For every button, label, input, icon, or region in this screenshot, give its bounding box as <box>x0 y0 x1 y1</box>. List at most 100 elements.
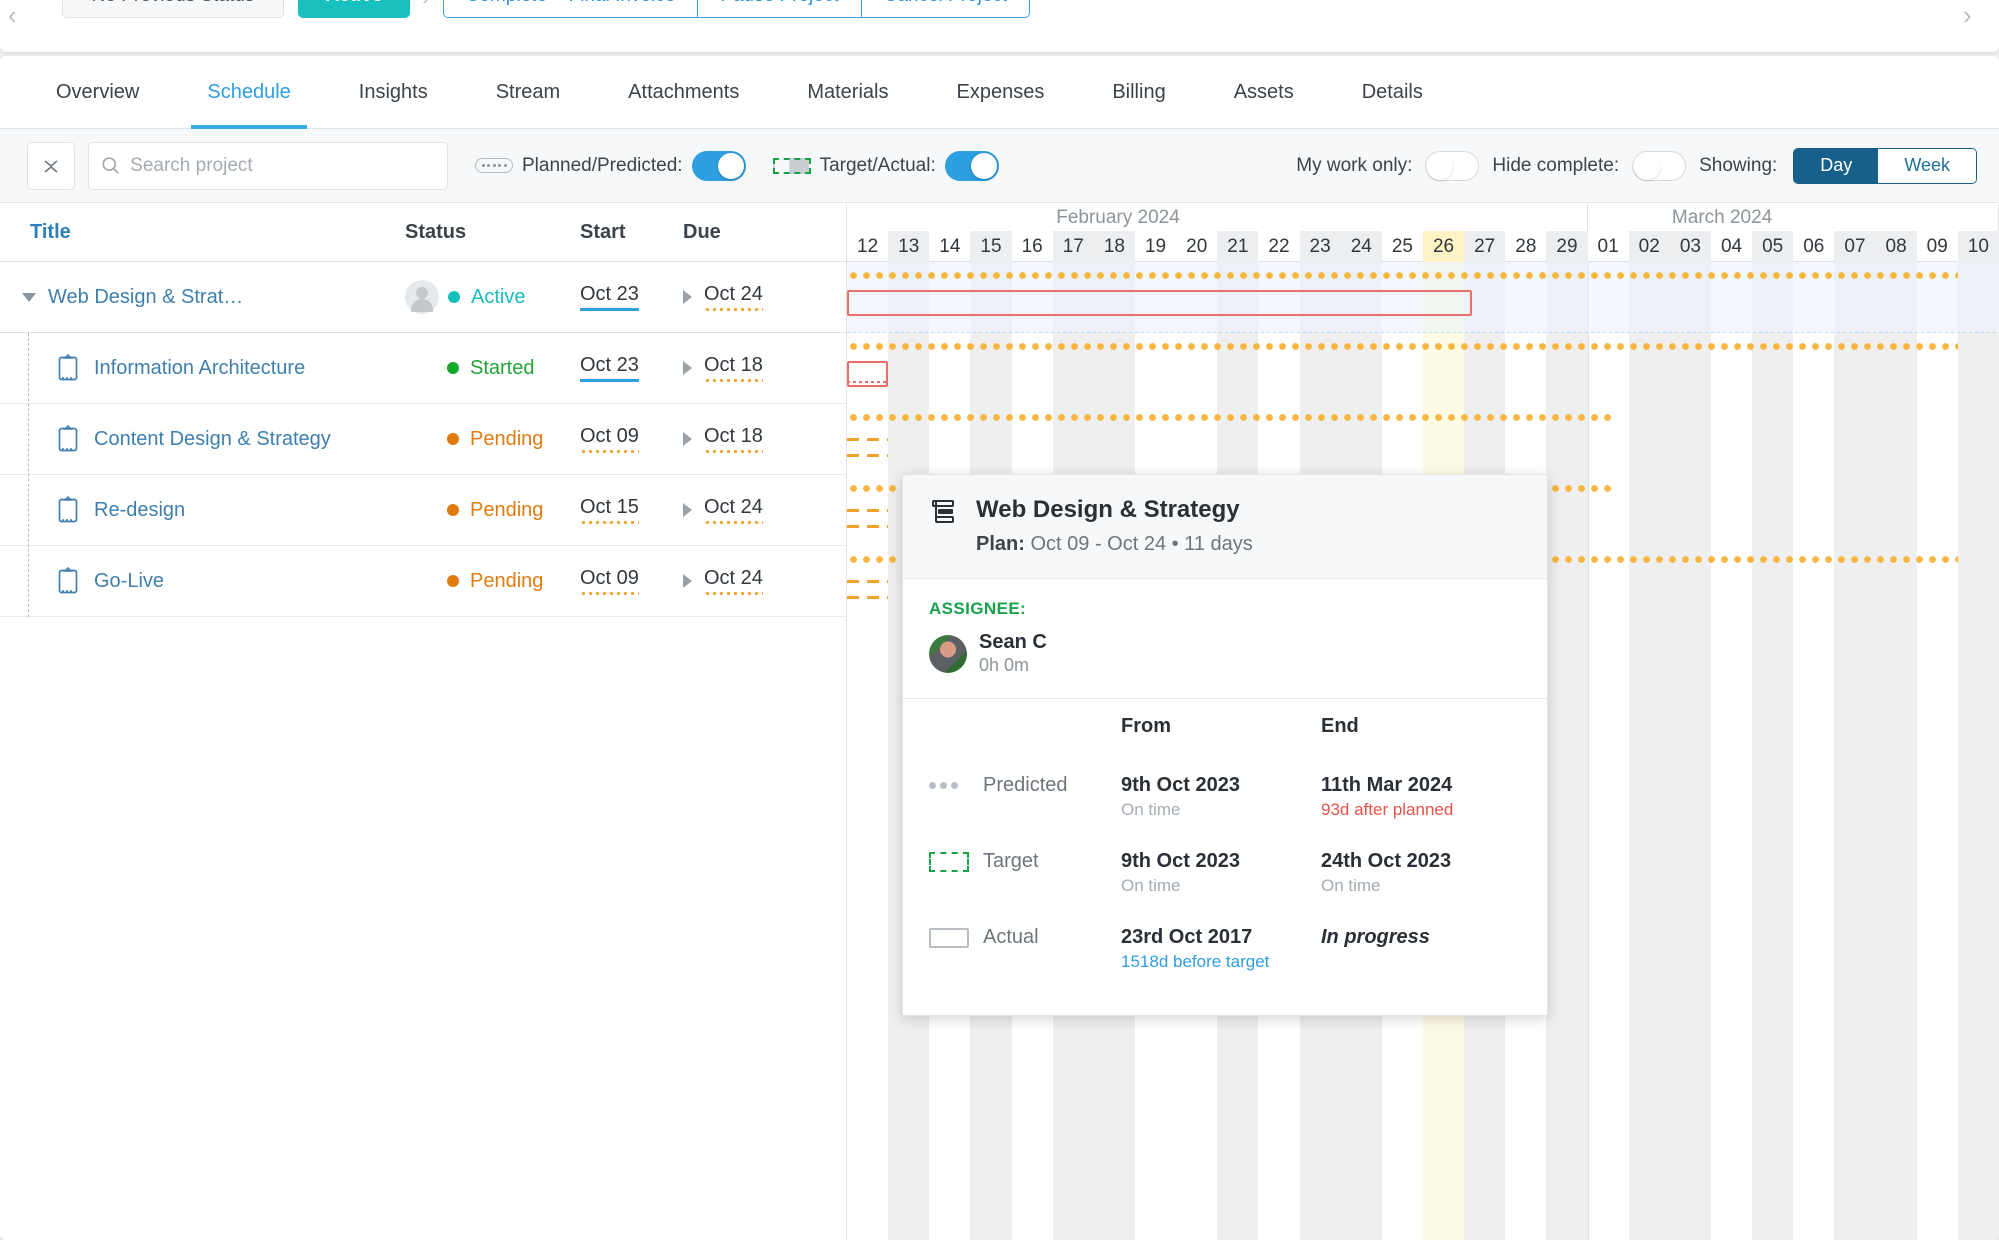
gantt-bar-actual[interactable] <box>847 290 1473 316</box>
due-date[interactable]: Oct 24 <box>704 496 763 524</box>
task-title[interactable]: Web Design & Strat… <box>48 286 243 309</box>
task-table-header: Title Status Start Due <box>0 204 846 262</box>
gantt-bar-planned[interactable] <box>847 509 889 512</box>
tab-stream[interactable]: Stream <box>462 56 594 129</box>
search-input[interactable] <box>130 154 435 177</box>
due-date[interactable]: Oct 18 <box>704 425 763 453</box>
hide-complete-switch[interactable] <box>1632 150 1687 181</box>
no-previous-status-button[interactable]: No Previous Status <box>62 0 284 18</box>
task-title[interactable]: Re-design <box>94 499 185 522</box>
tab-assets[interactable]: Assets <box>1200 56 1328 129</box>
tab-schedule[interactable]: Schedule <box>173 56 324 129</box>
gantt-bar-actual[interactable] <box>847 361 889 387</box>
dots-icon <box>929 782 969 789</box>
tooltip-end-value: 24th Oct 2023 <box>1321 850 1452 872</box>
showing-option-week[interactable]: Week <box>1878 148 1976 183</box>
task-due-cell[interactable]: Oct 18 <box>683 354 793 382</box>
table-row[interactable]: Web Design & Strat… Active Oct 23 Oct 24 <box>0 262 846 333</box>
showing-option-day[interactable]: Day <box>1794 148 1879 183</box>
task-title[interactable]: Content Design & Strategy <box>94 428 331 451</box>
due-date[interactable]: Oct 24 <box>704 567 763 595</box>
tooltip-from-value: 23rd Oct 2017 <box>1121 926 1253 948</box>
tab-billing[interactable]: Billing <box>1078 56 1199 129</box>
pause-project-button[interactable]: Pause Project <box>697 0 861 18</box>
column-header-title[interactable]: Title <box>0 221 405 244</box>
task-title-cell[interactable]: Web Design & Strat… <box>0 286 405 309</box>
task-title-cell[interactable]: Go-Live <box>0 567 405 595</box>
gantt-row[interactable] <box>847 333 1999 404</box>
task-title-cell[interactable]: Re-design <box>0 496 405 524</box>
planned-predicted-switch[interactable] <box>691 150 746 181</box>
my-work-only-switch[interactable] <box>1425 150 1480 181</box>
gantt-bar-planned[interactable] <box>847 596 889 599</box>
gantt-bar-predicted[interactable] <box>847 343 1958 350</box>
start-date[interactable]: Oct 09 <box>580 567 639 595</box>
start-date[interactable]: Oct 09 <box>580 425 639 453</box>
table-row[interactable]: Go-Live Pending Oct 09 Oct 24 <box>0 546 846 617</box>
project-status-strip: ‹ No Previous Status Active › Complete +… <box>0 0 1999 52</box>
table-row[interactable]: Content Design & Strategy Pending Oct 09… <box>0 404 846 475</box>
status-separator-icon: › <box>422 0 431 18</box>
start-date[interactable]: Oct 23 <box>580 283 639 311</box>
tab-details[interactable]: Details <box>1328 56 1457 129</box>
gantt-day-label: 15 <box>970 231 1012 262</box>
search-input-wrapper[interactable] <box>88 141 448 190</box>
task-title-cell[interactable]: Content Design & Strategy <box>0 425 405 453</box>
status-dot-icon <box>447 362 459 374</box>
task-due-cell[interactable]: Oct 24 <box>683 567 793 595</box>
tab-overview[interactable]: Overview <box>22 56 173 129</box>
task-due-cell[interactable]: Oct 18 <box>683 425 793 453</box>
column-header-status[interactable]: Status <box>405 221 580 244</box>
status-label: Started <box>470 356 535 379</box>
date-arrow-icon <box>683 574 692 588</box>
gantt-bar-planned[interactable] <box>847 580 889 583</box>
gantt-bar-planned[interactable] <box>847 525 889 528</box>
avatar[interactable] <box>405 280 439 314</box>
date-arrow-icon <box>683 290 692 304</box>
gantt-bar-target[interactable] <box>847 381 889 383</box>
start-date[interactable]: Oct 15 <box>580 496 639 524</box>
start-date[interactable]: Oct 23 <box>580 354 639 382</box>
task-status-cell: Pending <box>405 499 580 522</box>
task-due-cell[interactable]: Oct 24 <box>683 496 793 524</box>
schedule-toolbar: Planned/Predicted: Target/Actual: My wor… <box>0 129 1999 203</box>
tab-attachments[interactable]: Attachments <box>594 56 773 129</box>
task-due-cell[interactable]: Oct 24 <box>683 283 793 311</box>
task-start-cell[interactable]: Oct 09 <box>580 425 683 453</box>
collapse-all-button[interactable] <box>27 141 75 190</box>
complete-final-invoice-button[interactable]: Complete + Final Invoice <box>442 0 698 18</box>
task-title-cell[interactable]: Information Architecture <box>0 354 405 382</box>
gantt-row[interactable] <box>847 262 1999 333</box>
task-clipboard-icon <box>56 425 80 453</box>
due-date[interactable]: Oct 18 <box>704 354 763 382</box>
task-start-cell[interactable]: Oct 23 <box>580 354 683 382</box>
gantt-day-label: 07 <box>1834 231 1876 262</box>
task-start-cell[interactable]: Oct 15 <box>580 496 683 524</box>
table-row[interactable]: Information Architecture Started Oct 23 … <box>0 333 846 404</box>
cancel-project-button[interactable]: Cancel Project <box>860 0 1031 18</box>
task-start-cell[interactable]: Oct 09 <box>580 567 683 595</box>
gantt-day-label: 26 <box>1422 231 1465 262</box>
task-title[interactable]: Go-Live <box>94 570 164 593</box>
assignee-row: Sean C 0h 0m <box>929 631 1521 676</box>
gantt-bar-planned[interactable] <box>847 438 889 441</box>
tab-insights[interactable]: Insights <box>325 56 462 129</box>
column-header-start[interactable]: Start <box>580 221 683 244</box>
target-actual-switch[interactable] <box>944 150 999 181</box>
tooltip-end-value: In progress <box>1321 926 1430 948</box>
task-start-cell[interactable]: Oct 23 <box>580 283 683 311</box>
gantt-row[interactable] <box>847 404 1999 475</box>
status-next-arrow-icon[interactable]: › <box>1963 2 1989 30</box>
gantt-day-label: 12 <box>857 235 879 257</box>
gantt-bar-predicted[interactable] <box>847 272 1958 279</box>
column-header-due[interactable]: Due <box>683 221 793 244</box>
task-title[interactable]: Information Architecture <box>94 357 305 380</box>
expand-caret-icon[interactable] <box>22 292 36 302</box>
status-dot-icon <box>447 504 459 516</box>
due-date[interactable]: Oct 24 <box>704 283 763 311</box>
gantt-bar-planned[interactable] <box>847 454 889 457</box>
gantt-bar-predicted[interactable] <box>847 414 1613 421</box>
table-row[interactable]: Re-design Pending Oct 15 Oct 24 <box>0 475 846 546</box>
tab-expenses[interactable]: Expenses <box>922 56 1078 129</box>
tab-materials[interactable]: Materials <box>773 56 922 129</box>
